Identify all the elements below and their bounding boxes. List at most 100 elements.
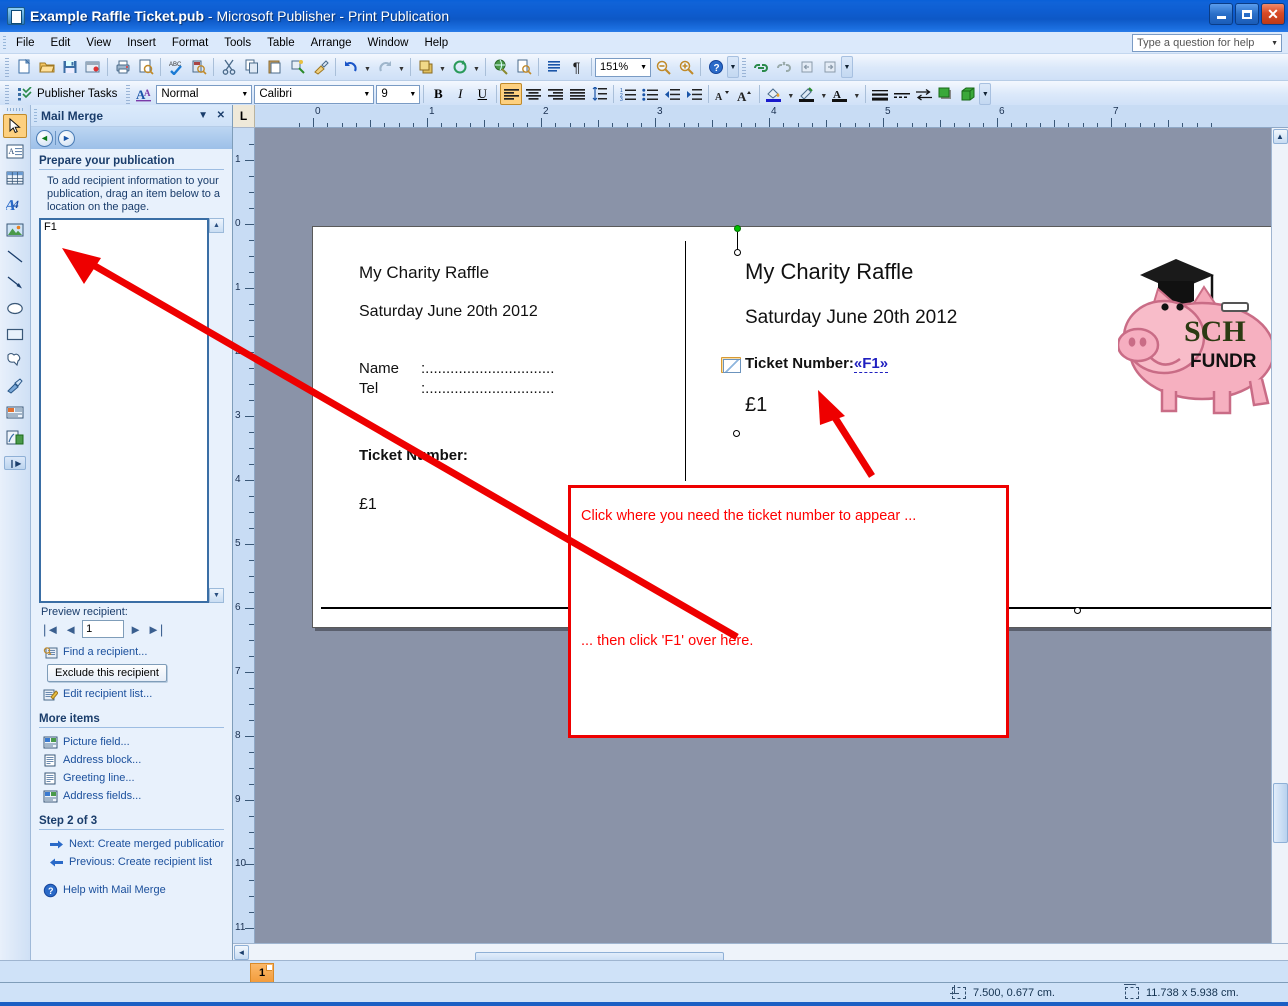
insert-hyperlink-icon[interactable] <box>489 56 512 78</box>
line-spacing-button[interactable] <box>588 83 610 105</box>
objects-toolbar-item-word-art[interactable]: A4 <box>3 192 27 216</box>
increase-indent-button[interactable] <box>683 83 705 105</box>
increase-font-size-button[interactable]: A <box>734 83 756 105</box>
menu-view[interactable]: View <box>78 35 119 51</box>
line-color-button[interactable] <box>796 83 818 105</box>
ticket-stub-left[interactable]: My Charity Raffle Saturday June 20th 201… <box>359 263 679 514</box>
font-toolbar-grip[interactable] <box>126 84 131 104</box>
publisher-tasks-button[interactable]: Publisher Tasks <box>12 84 123 105</box>
decrease-indent-button[interactable] <box>661 83 683 105</box>
zoom-in-icon[interactable] <box>674 56 697 78</box>
ticket-number-line[interactable]: Ticket Number:«F1» <box>745 355 1165 373</box>
previous-text-box-icon[interactable] <box>795 56 818 78</box>
objects-toolbar-item-line[interactable] <box>3 244 27 268</box>
align-left-button[interactable] <box>500 83 523 105</box>
objects-toolbar-item-arrow[interactable] <box>3 270 27 294</box>
numbering-button[interactable]: 123 <box>617 83 639 105</box>
font-combo[interactable]: Calibri ▼ <box>254 84 375 104</box>
help-question-input[interactable]: Type a question for help ▼ <box>1132 34 1282 52</box>
objects-toolbar-item-design-gallery-object[interactable] <box>3 374 27 398</box>
objects-toolbar-item-insert-design-set[interactable] <box>3 426 27 450</box>
research-icon[interactable] <box>187 56 210 78</box>
menu-arrange[interactable]: Arrange <box>303 35 360 51</box>
horizontal-ruler[interactable]: 0 1 2 3 4 5 6 7 <box>255 105 1271 128</box>
print-icon[interactable] <box>111 56 134 78</box>
chevron-down-icon[interactable]: ▼ <box>409 91 416 98</box>
fill-color-dropdown-icon[interactable]: ▼ <box>785 83 796 105</box>
redo-dropdown-icon[interactable]: ▼ <box>396 56 407 78</box>
standard-toolbar-overflow-button[interactable]: ▼ <box>727 56 739 78</box>
menu-insert[interactable]: Insert <box>119 35 164 51</box>
exclude-recipient-button[interactable]: Exclude this recipient <box>47 664 167 682</box>
toolbar-grip[interactable] <box>5 57 9 77</box>
selection-handle-left[interactable] <box>733 430 740 437</box>
address-fields-link[interactable]: Address fields... <box>39 787 224 805</box>
connect-text-boxes-icon[interactable] <box>749 56 772 78</box>
objects-toolbar-expand-button[interactable]: ❙▶ <box>4 456 26 470</box>
edit-recipient-list-link[interactable]: Edit recipient list... <box>39 685 224 703</box>
task-pane-forward-button[interactable]: ► <box>58 129 75 147</box>
cut-icon[interactable] <box>217 56 240 78</box>
design-checker-icon[interactable] <box>512 56 535 78</box>
special-characters-icon[interactable] <box>542 56 565 78</box>
horizontal-scrollbar[interactable]: ◄ <box>233 943 1288 967</box>
formatting-toolbar-overflow-button[interactable]: ▼ <box>979 83 992 105</box>
recipient-number-input[interactable]: 1 <box>82 620 125 638</box>
menu-edit[interactable]: Edit <box>43 35 79 51</box>
objects-toolbar-item-autoshapes[interactable] <box>3 348 27 372</box>
merge-field-f1[interactable]: «F1» <box>853 355 889 373</box>
vertical-scrollbar[interactable]: ▲ <box>1271 128 1288 943</box>
line-color-dropdown-icon[interactable]: ▼ <box>818 83 829 105</box>
font-color-dropdown-icon[interactable]: ▼ <box>851 83 862 105</box>
bring-forward-dropdown-icon[interactable]: ▼ <box>437 56 448 78</box>
font-color-button[interactable]: A <box>829 83 851 105</box>
ticket-main-right[interactable]: My Charity Raffle Saturday June 20th 201… <box>745 259 1165 417</box>
brush-icon[interactable] <box>309 56 332 78</box>
tab-selector[interactable]: L <box>233 105 255 128</box>
rotation-handle[interactable] <box>734 225 741 232</box>
menu-tools[interactable]: Tools <box>216 35 259 51</box>
next-recipient-button[interactable]: ► <box>129 622 142 637</box>
maximize-button[interactable] <box>1235 3 1259 25</box>
greeting-line-link[interactable]: Greeting line... <box>39 769 224 787</box>
previous-step-link[interactable]: Previous: Create recipient list <box>39 853 224 871</box>
scroll-up-icon[interactable]: ▲ <box>209 218 224 233</box>
new-publication-icon[interactable] <box>12 56 35 78</box>
formatting-toolbar-grip[interactable] <box>5 84 9 104</box>
undo-icon[interactable] <box>339 56 362 78</box>
minimize-button[interactable] <box>1209 3 1233 25</box>
objects-toolbar-item-rectangle[interactable] <box>3 322 27 346</box>
objects-toolbar-item-insert-table[interactable] <box>3 166 27 190</box>
task-pane-back-button[interactable]: ◄ <box>36 129 53 147</box>
fill-color-button[interactable] <box>763 83 785 105</box>
save-as-web-page-icon[interactable] <box>81 56 104 78</box>
dash-style-button[interactable] <box>891 83 913 105</box>
save-icon[interactable] <box>58 56 81 78</box>
chevron-down-icon[interactable]: ▼ <box>1267 40 1278 47</box>
copy-icon[interactable] <box>240 56 263 78</box>
bold-button[interactable]: B <box>427 83 449 105</box>
undo-dropdown-icon[interactable]: ▼ <box>362 56 373 78</box>
show-formatting-marks-icon[interactable]: ¶ <box>565 56 588 78</box>
menu-help[interactable]: Help <box>416 35 456 51</box>
find-recipient-link[interactable]: Find a recipient... <box>39 643 224 661</box>
merge-field-listbox-scrollbar[interactable]: ▲ ▼ <box>209 218 224 603</box>
selection-handle-bottom[interactable] <box>1074 607 1081 614</box>
format-painter-icon[interactable] <box>286 56 309 78</box>
zoom-out-icon[interactable] <box>651 56 674 78</box>
open-icon[interactable] <box>35 56 58 78</box>
objects-toolbar-item-select-objects[interactable] <box>3 114 27 138</box>
decrease-font-size-button[interactable]: A <box>712 83 734 105</box>
vertical-scroll-thumb[interactable] <box>1272 783 1288 843</box>
merge-field-item-f1[interactable]: F1 <box>44 221 204 233</box>
3d-style-button[interactable] <box>957 83 979 105</box>
next-text-box-icon[interactable] <box>818 56 841 78</box>
chevron-down-icon[interactable]: ▼ <box>363 91 370 98</box>
piggy-bank-image[interactable]: SCH FUNDR <box>1118 245 1288 420</box>
align-right-button[interactable] <box>544 83 566 105</box>
align-center-button[interactable] <box>522 83 544 105</box>
connect-toolbar-grip[interactable] <box>742 57 746 77</box>
objects-toolbar-item-content-library[interactable] <box>3 400 27 424</box>
connect-toolbar-overflow-button[interactable]: ▼ <box>841 56 853 78</box>
next-step-link[interactable]: Next: Create merged publications <box>39 835 224 853</box>
